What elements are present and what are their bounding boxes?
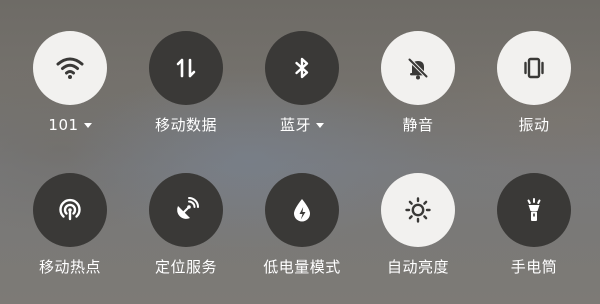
wifi-label[interactable]: 101: [12, 115, 128, 135]
bluetooth-button[interactable]: [265, 31, 339, 105]
battery-saver-label: 低电量模式: [263, 258, 341, 276]
sun-icon: [405, 197, 431, 223]
hotspot-button[interactable]: [33, 173, 107, 247]
vibrate-icon: [524, 57, 544, 79]
auto-brightness-label: 自动亮度: [386, 258, 449, 276]
wifi-button[interactable]: [33, 31, 107, 105]
bluetooth-icon: [295, 57, 309, 79]
mobile-data-toggle[interactable]: 移动数据: [128, 31, 244, 135]
wifi-icon: [56, 57, 84, 79]
mobile-data-label: 移动数据: [154, 116, 217, 134]
bluetooth-dropdown-icon[interactable]: [316, 123, 324, 128]
battery-saver-drop-icon: [294, 199, 310, 222]
battery-saver-toggle[interactable]: 低电量模式: [244, 173, 360, 277]
vibrate-toggle[interactable]: 振动: [476, 31, 592, 135]
battery-saver-button[interactable]: [265, 173, 339, 247]
vibrate-label: 振动: [518, 116, 550, 134]
wifi-toggle[interactable]: 101: [12, 31, 128, 135]
wifi-dropdown-icon[interactable]: [83, 123, 92, 128]
bluetooth-toggle[interactable]: 蓝牙: [244, 31, 360, 135]
bell-off-icon: [407, 57, 429, 80]
quick-settings-panel: 101 移动数据 蓝牙 静音 振动 移动热点 定位服务 低电量模式 自动亮度 手…: [0, 0, 600, 304]
silent-toggle[interactable]: 静音: [360, 31, 476, 135]
hotspot-icon: [59, 198, 81, 221]
hotspot-toggle[interactable]: 移动热点: [12, 173, 128, 277]
vibrate-button[interactable]: [497, 31, 571, 105]
wifi-network-name: 101: [48, 116, 79, 134]
flashlight-button[interactable]: [497, 173, 571, 247]
location-toggle[interactable]: 定位服务: [128, 173, 244, 277]
location-button[interactable]: [149, 173, 223, 247]
auto-brightness-toggle[interactable]: 自动亮度: [360, 173, 476, 277]
silent-label: 静音: [402, 116, 434, 134]
bluetooth-label-text: 蓝牙: [279, 116, 311, 134]
location-label: 定位服务: [154, 258, 217, 276]
mobile-data-button[interactable]: [149, 31, 223, 105]
bluetooth-label[interactable]: 蓝牙: [244, 115, 360, 135]
flashlight-toggle[interactable]: 手电筒: [476, 173, 592, 277]
auto-brightness-button[interactable]: [381, 173, 455, 247]
hotspot-label: 移动热点: [38, 258, 101, 276]
data-transfer-icon: [176, 58, 196, 78]
silent-button[interactable]: [381, 31, 455, 105]
flashlight-icon: [527, 198, 541, 221]
location-satellite-icon: [177, 197, 199, 219]
flashlight-label: 手电筒: [510, 258, 558, 276]
